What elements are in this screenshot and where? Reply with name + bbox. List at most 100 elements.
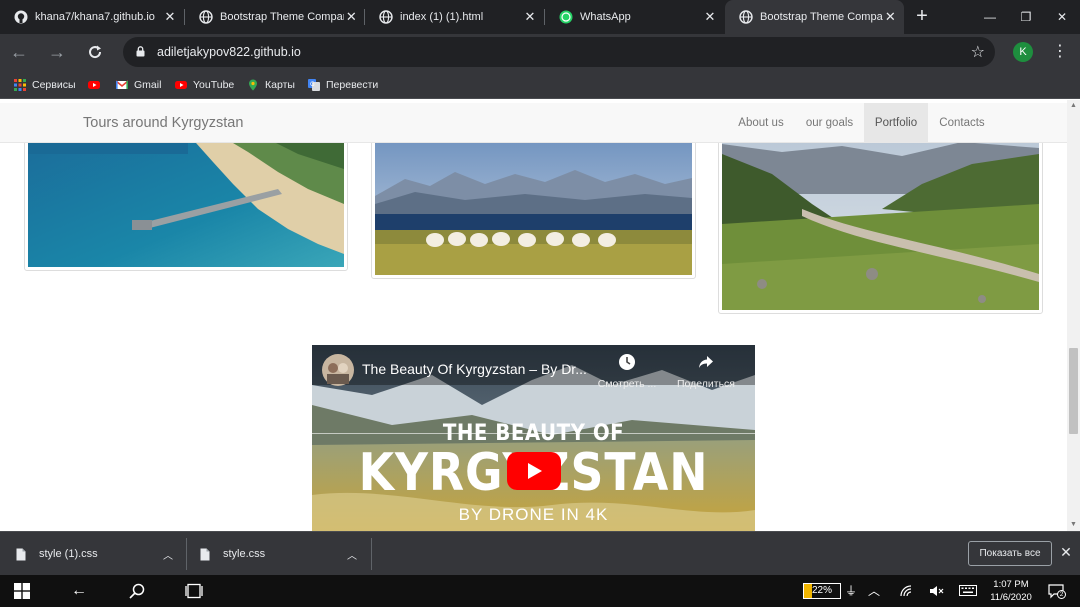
youtube-icon: [88, 81, 100, 89]
reload-button[interactable]: [83, 40, 107, 64]
download-filename: style (1).css: [39, 548, 98, 560]
file-icon: [200, 548, 210, 560]
portfolio-thumbnail[interactable]: [24, 130, 348, 271]
network-icon[interactable]: [898, 575, 916, 607]
portfolio-thumbnail[interactable]: [371, 130, 696, 279]
window-close-button[interactable]: ✕: [1044, 0, 1080, 34]
clock-icon: [619, 354, 635, 370]
restore-button[interactable]: ❐: [1008, 0, 1044, 34]
video-headline-sub: BY DRONE IN 4K: [458, 505, 609, 524]
bookmark-item[interactable]: G Перевести: [308, 77, 378, 93]
bookmarks-bar: Сервисы Gmail YouTube Карты G Перевести: [0, 70, 1080, 99]
youtube-icon: [175, 81, 187, 89]
youtube-video-embed[interactable]: The Beauty Of Kyrgyzstan – By Dr... Смот…: [312, 345, 755, 531]
close-icon[interactable]: ✕: [521, 9, 539, 25]
whatsapp-icon: [559, 10, 573, 24]
download-separator: [186, 538, 187, 570]
scrollbar-thumb[interactable]: [1069, 348, 1078, 434]
tab-title: WhatsApp: [580, 11, 631, 23]
download-item[interactable]: style (1).css ︿: [16, 532, 181, 576]
show-all-downloads-button[interactable]: Показать все: [968, 541, 1052, 566]
lake-pier-photo: [28, 134, 344, 267]
reload-icon: [89, 45, 102, 59]
svg-text:G: G: [310, 81, 315, 88]
download-item[interactable]: style.css ︿: [200, 532, 365, 576]
scroll-down-arrow-icon[interactable]: ▼: [1067, 519, 1080, 531]
lock-icon: [136, 46, 145, 57]
battery-percent: 22%: [811, 585, 832, 596]
globe-icon: [379, 10, 393, 24]
url-text: adiletjakypov822.github.io: [157, 45, 301, 59]
youtube-play-button[interactable]: [507, 452, 561, 490]
minimize-button[interactable]: —: [972, 0, 1008, 34]
battery-indicator[interactable]: 22%: [803, 583, 841, 599]
nav-link-about[interactable]: About us: [727, 103, 795, 143]
page-scrollbar[interactable]: ▲ ▼: [1067, 100, 1080, 531]
windows-taskbar: ← 22% ⏚ ︿ 1:07 PM 11/6/2020 2: [0, 575, 1080, 607]
share-button[interactable]: Поделиться: [670, 353, 742, 390]
channel-avatar[interactable]: [322, 354, 354, 386]
globe-icon: [199, 10, 213, 24]
bookmark-label: YouTube: [193, 79, 235, 91]
browser-tab[interactable]: WhatsApp ✕: [545, 0, 725, 34]
address-bar[interactable]: adiletjakypov822.github.io ☆: [123, 37, 995, 67]
back-button[interactable]: ←: [7, 40, 31, 64]
watch-later-button[interactable]: Смотреть ...: [595, 353, 659, 390]
nav-link-contacts[interactable]: Contacts: [928, 103, 996, 143]
browser-toolbar: ← → adiletjakypov822.github.io ☆ K ⋮: [0, 34, 1080, 70]
show-hidden-icons-chevron-icon[interactable]: ︿: [866, 575, 882, 607]
apps-grid-icon: [14, 79, 26, 91]
mountain-valley-photo: [722, 134, 1039, 310]
downloads-bar: style (1).css ︿ style.css ︿ Показать все…: [0, 531, 1080, 575]
translate-icon: G: [308, 79, 320, 91]
browser-tab-active[interactable]: Bootstrap Theme Company P ✕: [725, 0, 904, 34]
bookmark-item[interactable]: Карты: [247, 77, 295, 93]
bookmark-star-icon[interactable]: ☆: [971, 42, 985, 62]
profile-avatar[interactable]: K: [1013, 42, 1033, 62]
close-icon[interactable]: ✕: [701, 9, 719, 25]
keyboard-icon[interactable]: [957, 575, 979, 607]
bookmark-label: Сервисы: [32, 79, 76, 91]
file-icon: [16, 548, 26, 560]
site-navbar: Tours around Kyrgyzstan About us our goa…: [0, 103, 1067, 143]
browser-tab[interactable]: index (1) (1).html ✕: [365, 0, 545, 34]
scroll-up-arrow-icon[interactable]: ▲: [1067, 100, 1080, 112]
bookmark-item[interactable]: YouTube: [175, 77, 234, 93]
browser-tab[interactable]: khana7/khana7.github.io ✕: [0, 0, 185, 34]
nav-link-goals[interactable]: our goals: [795, 103, 864, 143]
charging-plug-icon: ⏚: [845, 584, 858, 598]
taskbar-search-icon[interactable]: [124, 575, 150, 607]
system-clock[interactable]: 1:07 PM 11/6/2020: [985, 578, 1037, 604]
forward-button[interactable]: →: [45, 40, 69, 64]
bookmark-label: Gmail: [134, 79, 162, 91]
close-icon[interactable]: ✕: [344, 9, 359, 25]
close-icon[interactable]: ✕: [161, 9, 179, 25]
browser-menu-icon[interactable]: ⋮: [1052, 42, 1068, 62]
browser-tab[interactable]: Bootstrap Theme Company P ✕: [185, 0, 365, 34]
chevron-up-icon[interactable]: ︿: [347, 547, 357, 562]
bookmark-item[interactable]: Сервисы: [14, 77, 76, 93]
bookmark-item[interactable]: [88, 77, 106, 93]
bookmark-label: Карты: [265, 79, 295, 91]
notification-center-icon[interactable]: 2: [1048, 583, 1066, 599]
maps-icon: [249, 79, 257, 91]
site-brand[interactable]: Tours around Kyrgyzstan: [83, 115, 243, 131]
nav-link-portfolio[interactable]: Portfolio: [864, 103, 928, 143]
bookmark-item[interactable]: Gmail: [116, 77, 161, 93]
start-button[interactable]: [10, 575, 34, 607]
bookmark-label: Перевести: [326, 79, 379, 91]
portfolio-thumbnail[interactable]: [718, 130, 1043, 314]
task-view-icon[interactable]: [181, 575, 207, 607]
chevron-up-icon[interactable]: ︿: [163, 547, 173, 562]
watch-later-label: Смотреть ...: [597, 378, 657, 390]
volume-muted-icon[interactable]: [928, 575, 946, 607]
yurt-camp-photo: [375, 134, 692, 275]
taskbar-back-arrow-icon[interactable]: ←: [66, 575, 92, 607]
browser-tab-strip: khana7/khana7.github.io ✕ Bootstrap Them…: [0, 0, 1080, 34]
close-downloads-icon[interactable]: ✕: [1058, 544, 1074, 561]
video-title[interactable]: The Beauty Of Kyrgyzstan – By Dr...: [362, 361, 592, 377]
new-tab-button[interactable]: +: [912, 6, 932, 26]
clock-time: 1:07 PM: [993, 579, 1029, 590]
close-icon[interactable]: ✕: [883, 9, 898, 25]
web-page-viewport: The Beauty Of Kyrgyzstan – By Dr... Смот…: [0, 100, 1067, 531]
